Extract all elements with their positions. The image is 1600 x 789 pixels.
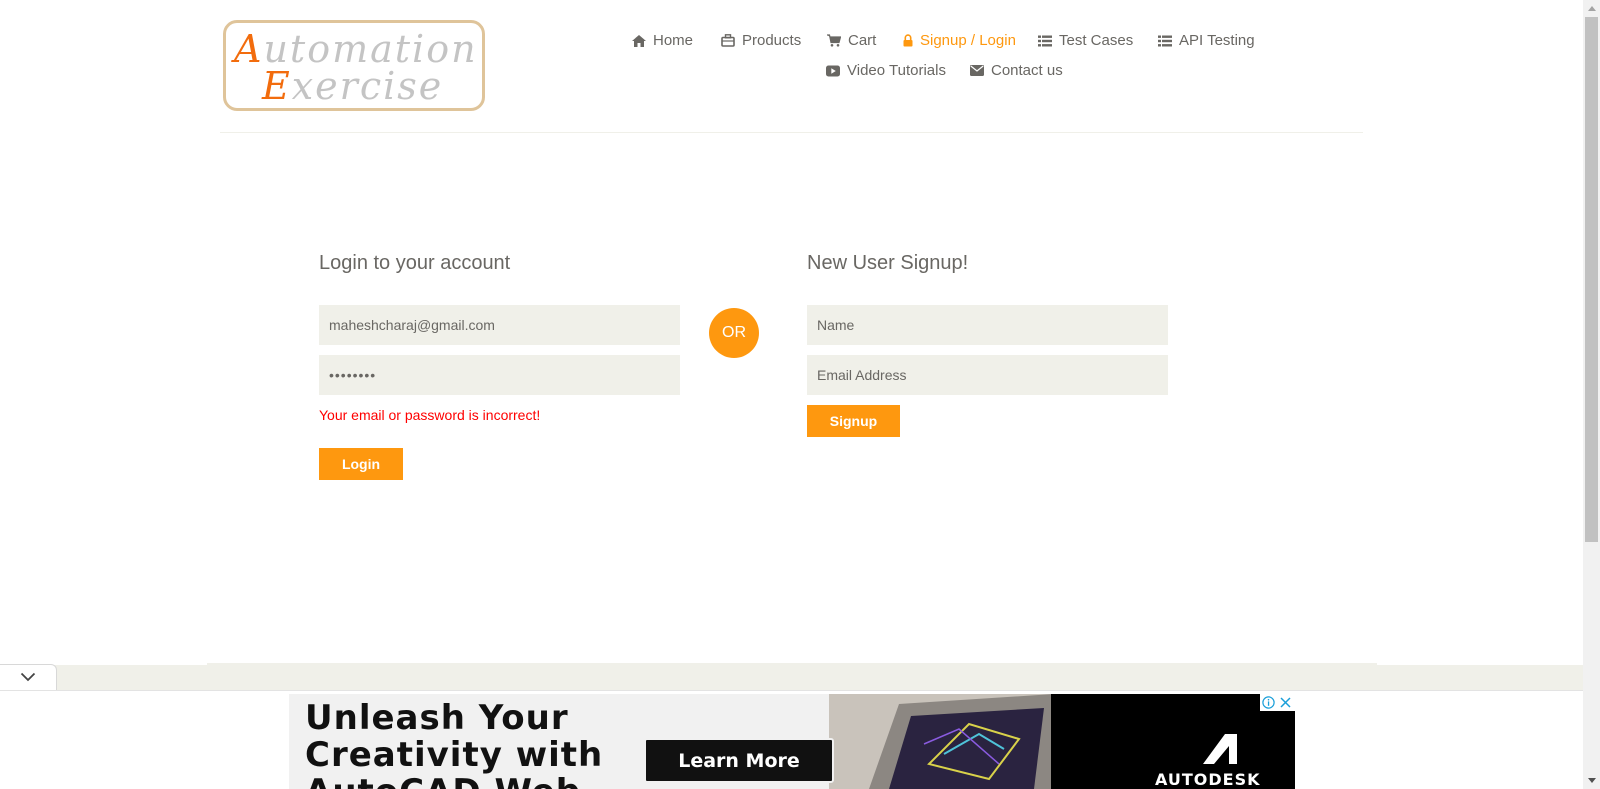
ad-learn-more-button[interactable]: Learn More <box>644 738 834 783</box>
nav-signup-login[interactable]: Signup / Login <box>903 32 1016 49</box>
envelope-icon <box>970 65 984 76</box>
list-icon <box>1038 35 1052 47</box>
nav-test-cases-label: Test Cases <box>1059 32 1134 49</box>
nav-home-label: Home <box>653 32 694 49</box>
login-title: Login to your account <box>319 252 511 274</box>
login-password-field[interactable] <box>319 355 680 395</box>
ad-info-icon[interactable] <box>1260 694 1277 711</box>
nav-test-cases[interactable]: Test Cases <box>1038 32 1133 49</box>
scroll-up-icon[interactable] <box>1583 0 1600 17</box>
login-error-message: Your email or password is incorrect! <box>319 407 541 423</box>
logo-cap-a: A <box>234 27 264 71</box>
nav-video-tutorials[interactable]: Video Tutorials <box>826 62 946 79</box>
scroll-down-icon[interactable] <box>1583 772 1600 789</box>
nav-cart[interactable]: Cart <box>827 32 876 49</box>
ad-headline: Unleash Your Creativity with AutoCAD Web <box>305 698 604 789</box>
header-divider <box>220 132 1363 133</box>
nav-cart-label: Cart <box>848 32 877 49</box>
nav-products[interactable]: Products <box>721 32 801 49</box>
nav-contact-us-label: Contact us <box>991 62 1063 79</box>
cart-icon <box>827 34 841 47</box>
footer-strip <box>0 665 1583 690</box>
products-icon <box>721 34 735 47</box>
lock-icon <box>903 34 913 47</box>
signup-name-field[interactable] <box>807 305 1168 345</box>
ad-controls <box>1260 694 1295 711</box>
chevron-down-icon <box>20 669 36 687</box>
nav-home[interactable]: Home <box>632 32 693 49</box>
or-divider: OR <box>709 308 759 358</box>
logo-line-2: Exercise <box>262 64 443 108</box>
nav-products-label: Products <box>742 32 802 49</box>
youtube-play-icon <box>826 65 840 77</box>
ad-close-icon[interactable] <box>1277 694 1294 711</box>
page-scrollbar[interactable] <box>1583 0 1600 789</box>
nav-signup-login-label: Signup / Login <box>920 32 1016 49</box>
nav-api-testing[interactable]: API Testing <box>1158 32 1255 49</box>
nav-api-testing-label: API Testing <box>1179 32 1255 49</box>
autodesk-logo-icon <box>1201 732 1239 769</box>
nav-contact-us[interactable]: Contact us <box>970 62 1063 79</box>
signup-title: New User Signup! <box>807 252 969 274</box>
home-icon <box>632 34 646 47</box>
ad-banner[interactable]: Unleash Your Creativity with AutoCAD Web… <box>289 694 1295 789</box>
login-email-field[interactable] <box>319 305 680 345</box>
scrollbar-thumb[interactable] <box>1585 17 1598 542</box>
logo-cap-e: E <box>262 64 292 108</box>
ad-laptop-image <box>829 694 1054 789</box>
list-icon <box>1158 35 1172 47</box>
site-logo[interactable]: Automation Exercise <box>223 20 485 111</box>
signup-button[interactable]: Signup <box>807 405 900 437</box>
signup-email-field[interactable] <box>807 355 1168 395</box>
nav-video-tutorials-label: Video Tutorials <box>847 62 946 79</box>
logo-rest-2: xercise <box>291 64 444 108</box>
ad-brand-panel: AUTODESK <box>1051 694 1295 789</box>
login-button[interactable]: Login <box>319 448 403 480</box>
ad-brand-name: AUTODESK <box>1155 770 1261 789</box>
ad-collapse-toggle[interactable] <box>0 664 57 690</box>
